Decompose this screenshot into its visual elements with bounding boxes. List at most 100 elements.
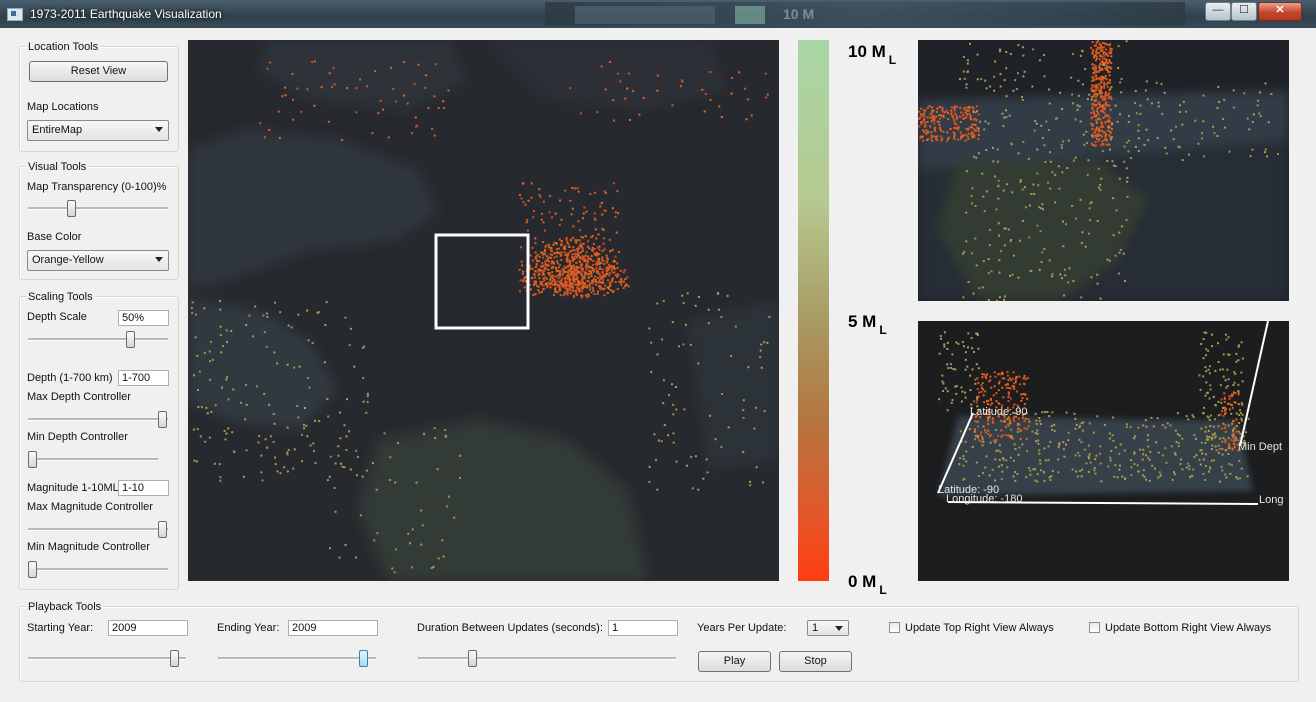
quake-point bbox=[1188, 465, 1191, 468]
quake-point bbox=[750, 114, 753, 117]
quake-point bbox=[1170, 445, 1173, 448]
min-depth-slider-handle[interactable] bbox=[28, 451, 37, 468]
starting-year-label: Starting Year: bbox=[27, 622, 94, 634]
quake-point bbox=[1000, 420, 1003, 423]
quake-point bbox=[567, 274, 570, 277]
quake-point bbox=[1228, 395, 1231, 398]
quake-point bbox=[1160, 473, 1162, 476]
quake-point bbox=[571, 187, 574, 189]
quake-point bbox=[579, 256, 582, 259]
quake-point bbox=[1110, 86, 1113, 89]
quake-point bbox=[1137, 426, 1140, 429]
quake-point bbox=[678, 345, 680, 348]
quake-point bbox=[1015, 375, 1018, 378]
base-color-select[interactable]: Orange-Yellow bbox=[27, 250, 169, 271]
years-per-update-select[interactable]: 1 bbox=[807, 620, 849, 636]
quake-point bbox=[539, 195, 542, 198]
ending-year-field[interactable]: 2009 bbox=[288, 620, 378, 636]
quake-point bbox=[604, 284, 607, 287]
quake-point bbox=[1072, 159, 1075, 162]
magnitude-field[interactable]: 1-10 bbox=[118, 480, 169, 496]
quake-point bbox=[975, 332, 978, 335]
quake-point bbox=[654, 459, 657, 462]
ending-year-slider-handle[interactable] bbox=[359, 650, 368, 667]
quake-point bbox=[1092, 111, 1095, 114]
quake-point bbox=[1006, 466, 1009, 469]
quake-point bbox=[998, 444, 1001, 447]
depth-scale-slider-handle[interactable] bbox=[126, 331, 135, 348]
quake-point bbox=[613, 267, 616, 270]
duration-field[interactable]: 1 bbox=[608, 620, 678, 636]
quake-point bbox=[918, 125, 921, 128]
quake-point bbox=[1204, 426, 1207, 429]
quake-point bbox=[1225, 408, 1227, 410]
quake-point bbox=[603, 248, 606, 251]
quake-point bbox=[579, 251, 582, 254]
quake-point bbox=[1028, 467, 1030, 469]
quake-point bbox=[1108, 50, 1111, 53]
starting-year-field[interactable]: 2009 bbox=[108, 620, 188, 636]
scaling-tools-title: Scaling Tools bbox=[26, 291, 95, 303]
starting-year-slider-handle[interactable] bbox=[170, 650, 179, 667]
max-depth-slider-handle[interactable] bbox=[158, 411, 167, 428]
depth-range-field[interactable]: 1-700 bbox=[118, 370, 169, 386]
quake-point bbox=[567, 271, 570, 274]
quake-point bbox=[594, 275, 597, 278]
quake-point bbox=[1224, 426, 1226, 429]
quake-point bbox=[300, 433, 303, 436]
quake-point bbox=[534, 251, 537, 254]
min-magnitude-slider-handle[interactable] bbox=[28, 561, 37, 578]
quake-point bbox=[1036, 473, 1039, 476]
selection-box[interactable] bbox=[434, 233, 530, 330]
bottom-right-3d-view[interactable]: Latitude: 90 Latitude: -90 Longitude: -1… bbox=[918, 321, 1289, 581]
quake-point bbox=[1024, 378, 1027, 381]
map-locations-select[interactable]: EntireMap bbox=[27, 120, 169, 141]
quake-point bbox=[995, 208, 998, 211]
quake-point bbox=[978, 439, 981, 442]
quake-point bbox=[1157, 476, 1160, 479]
quake-point bbox=[590, 272, 593, 275]
update-bottom-right-checkbox[interactable] bbox=[1089, 622, 1100, 633]
minimize-button[interactable]: — bbox=[1205, 2, 1231, 21]
quake-point bbox=[1101, 150, 1104, 153]
quake-point bbox=[962, 455, 965, 457]
quake-point bbox=[193, 374, 195, 377]
longitude-right-label: Long bbox=[1259, 494, 1284, 506]
close-button[interactable]: ✕ bbox=[1258, 2, 1302, 21]
quake-point bbox=[301, 460, 303, 463]
quake-point bbox=[603, 237, 606, 240]
duration-slider-handle[interactable] bbox=[468, 650, 477, 667]
top-right-3d-view[interactable] bbox=[918, 40, 1289, 301]
quake-point bbox=[1224, 449, 1227, 452]
stop-button[interactable]: Stop bbox=[779, 651, 852, 672]
depth-scale-field[interactable]: 50% bbox=[118, 310, 169, 326]
quake-point bbox=[709, 71, 712, 73]
quake-point bbox=[591, 267, 594, 269]
quake-point bbox=[650, 370, 653, 373]
main-map-view[interactable] bbox=[188, 40, 779, 581]
years-per-update-value: 1 bbox=[812, 622, 819, 634]
quake-point bbox=[593, 212, 596, 215]
max-magnitude-slider-handle[interactable] bbox=[158, 521, 167, 538]
quake-point bbox=[1207, 349, 1210, 352]
play-button[interactable]: Play bbox=[698, 651, 771, 672]
quake-point bbox=[987, 272, 990, 275]
quake-point bbox=[977, 367, 980, 370]
quake-point bbox=[567, 269, 570, 272]
map-transparency-slider-handle[interactable] bbox=[67, 200, 76, 217]
quake-point bbox=[1179, 104, 1181, 107]
quake-point bbox=[987, 258, 990, 261]
quake-point bbox=[1107, 465, 1110, 468]
quake-point bbox=[1205, 331, 1208, 334]
maximize-button[interactable]: ☐ bbox=[1231, 2, 1257, 21]
update-top-right-checkbox[interactable] bbox=[889, 622, 900, 633]
quake-point bbox=[269, 61, 272, 64]
quake-point bbox=[1223, 392, 1226, 395]
reset-view-button[interactable]: Reset View bbox=[29, 61, 168, 82]
quake-point bbox=[550, 267, 553, 270]
quake-point bbox=[580, 265, 583, 268]
quake-point bbox=[545, 255, 548, 258]
quake-point bbox=[192, 428, 195, 431]
quake-point bbox=[415, 481, 418, 484]
quake-point bbox=[1114, 254, 1117, 257]
